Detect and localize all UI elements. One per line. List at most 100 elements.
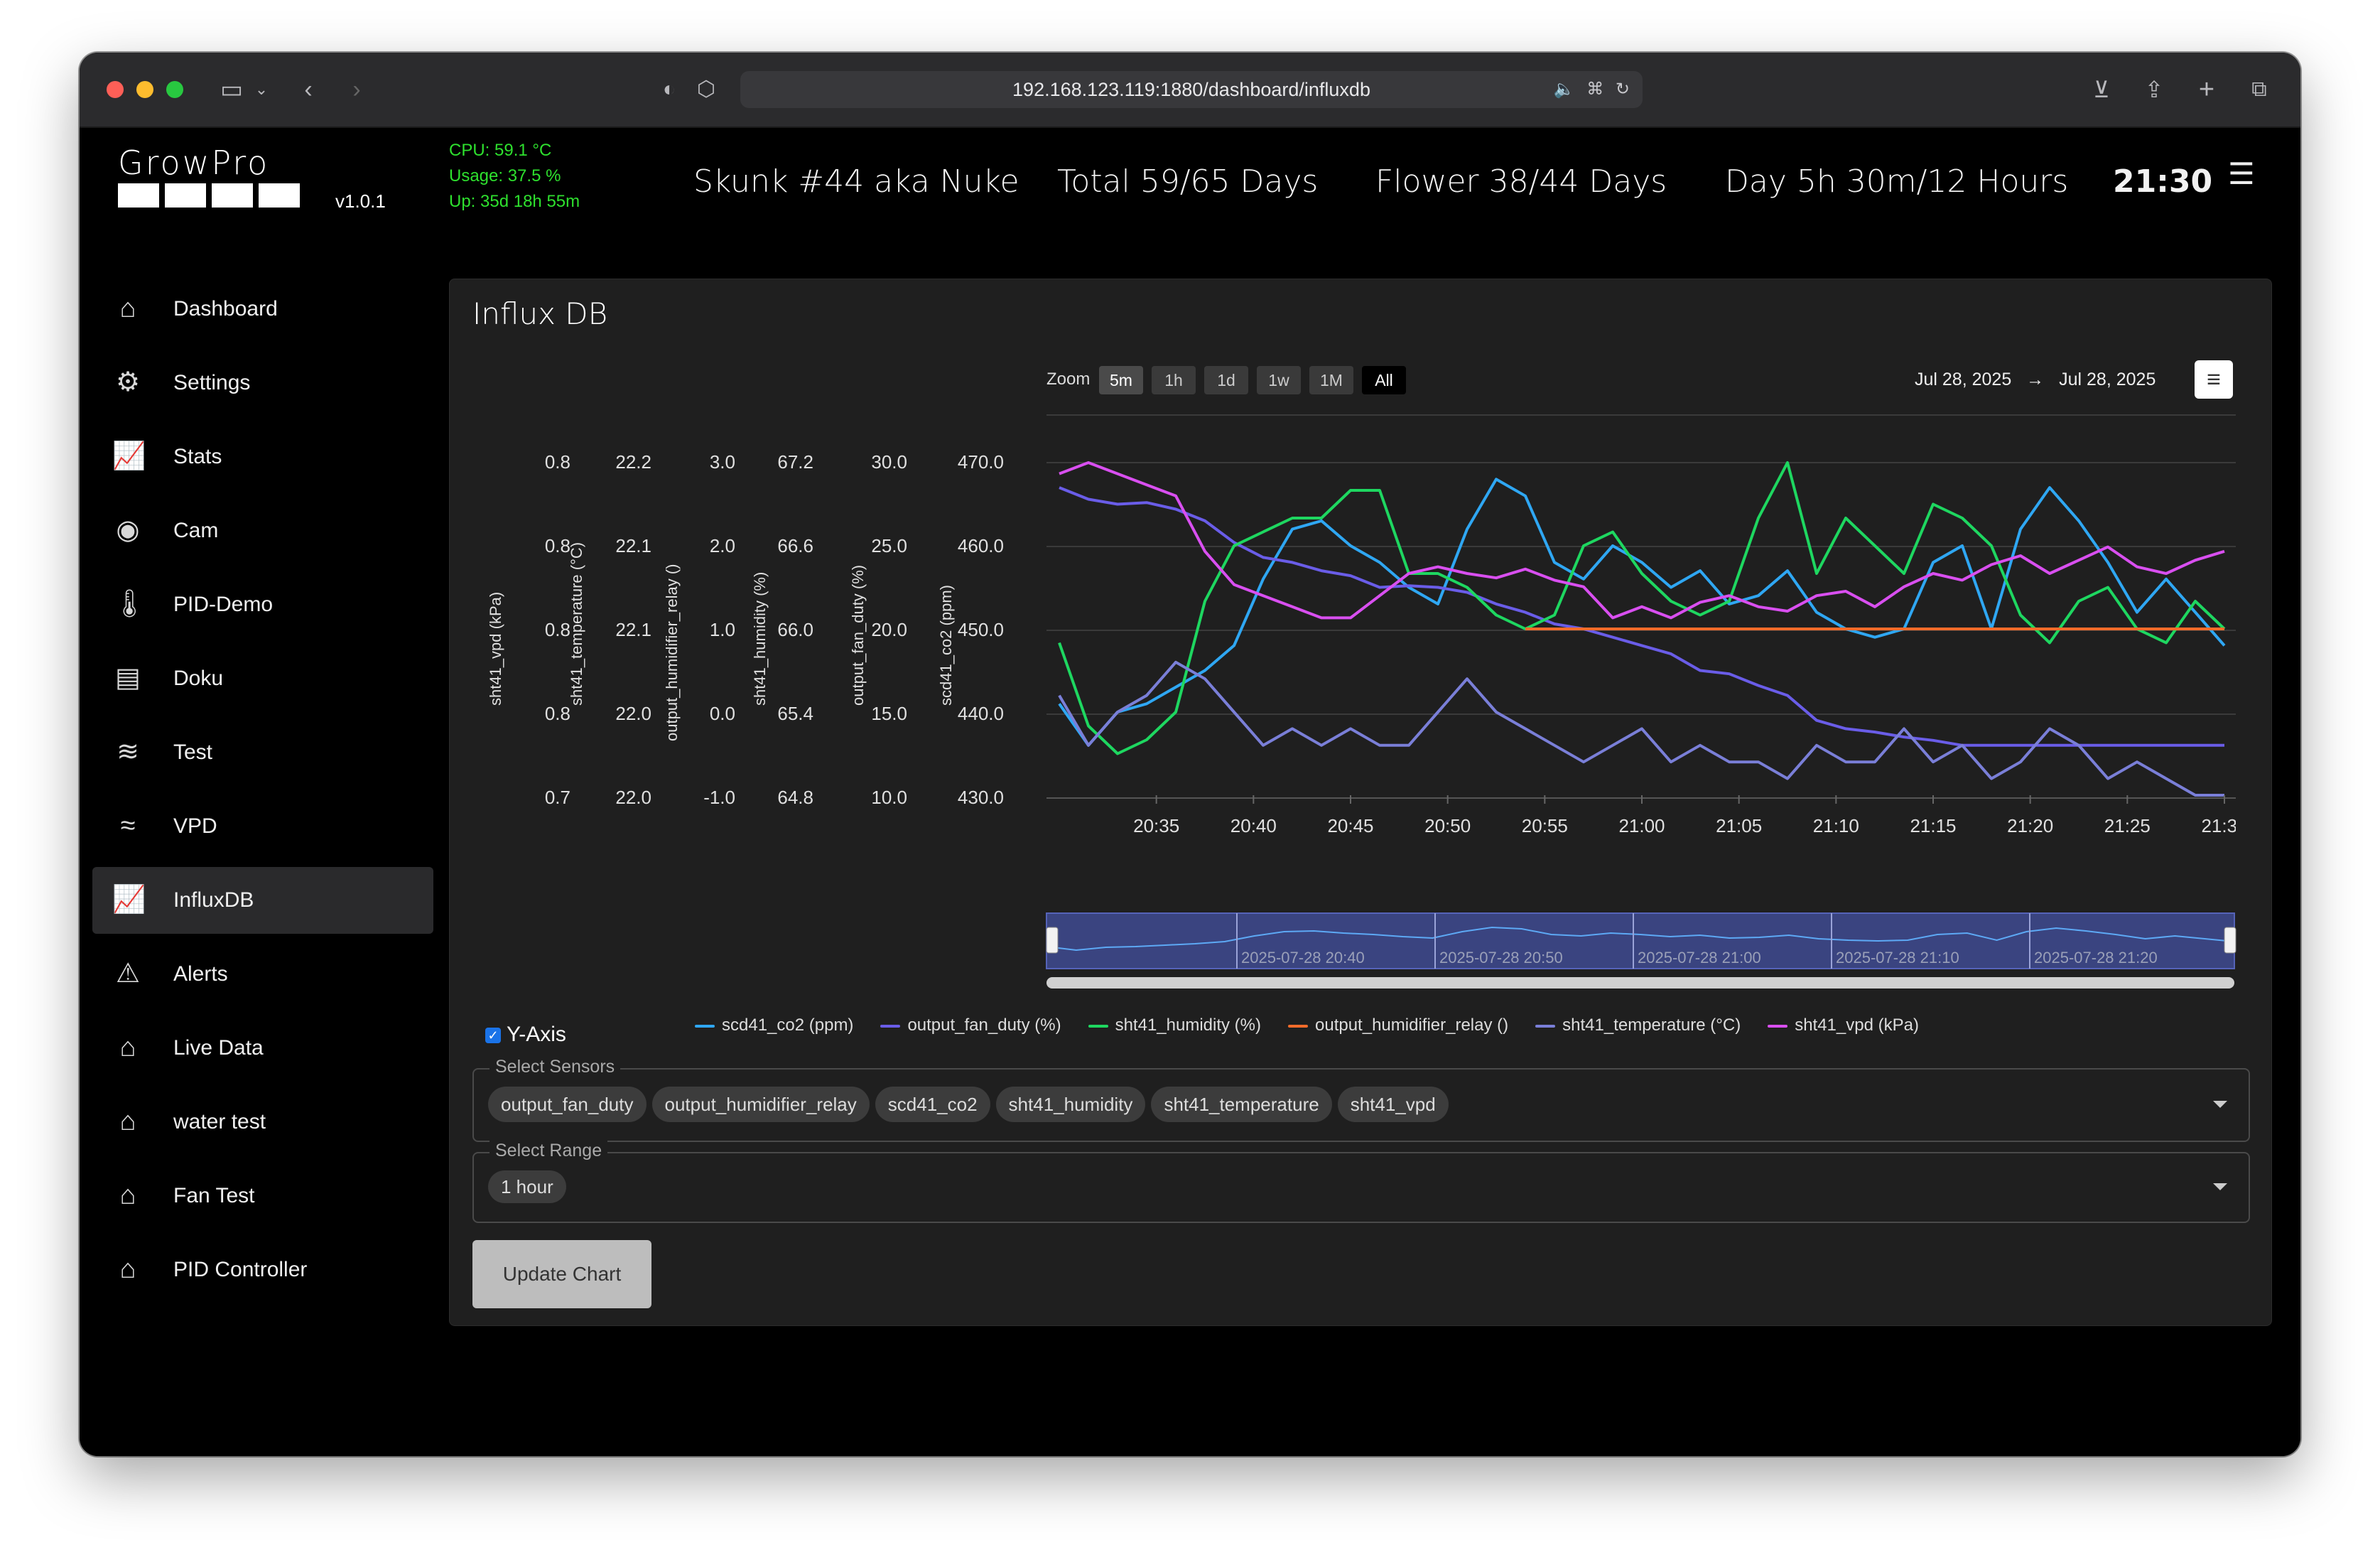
x-tick-label: 20:40: [1230, 815, 1277, 836]
chart-plot[interactable]: 20:35 20:40 20:45 20:50 20:55 21:00 21:05 21:10…: [1046, 450, 2236, 848]
y-tick-label: 2.0: [709, 535, 735, 556]
shield-icon[interactable]: ◐: [654, 74, 685, 105]
sensor-chip[interactable]: output_fan_duty: [488, 1087, 647, 1122]
navigator-label: 2025-07-28 21:20: [2034, 949, 2158, 966]
legend-label: sht41_temperature (°C): [1562, 1016, 1741, 1035]
sidebar-item-label: Fan Test: [173, 1184, 255, 1207]
reload-icon[interactable]: ↻: [1616, 80, 1630, 99]
strain-name: Skunk #44 aka Nuke: [693, 163, 1019, 200]
share-icon[interactable]: ⇪: [2138, 74, 2170, 105]
sidebar-item-settings[interactable]: ⚙ Settings: [92, 350, 433, 416]
chevron-down-icon[interactable]: [2213, 1183, 2227, 1190]
sensor-chip[interactable]: sht41_vpd: [1337, 1087, 1449, 1122]
sidebar-item-stats[interactable]: 📈 Stats: [92, 424, 433, 490]
update-chart-button[interactable]: Update Chart: [472, 1240, 651, 1308]
yaxis-checkbox[interactable]: ✓: [485, 1028, 501, 1044]
sensor-chip[interactable]: scd41_co2: [875, 1087, 990, 1122]
forward-icon[interactable]: ›: [341, 74, 372, 105]
y-tick-label: 0.8: [544, 451, 570, 473]
zoom-all-button[interactable]: All: [1362, 366, 1406, 394]
new-tab-icon[interactable]: +: [2191, 74, 2222, 105]
sidebar-toggle-icon[interactable]: ▭: [216, 74, 247, 105]
sidebar-item-influxdb[interactable]: 📈 InfluxDB: [92, 867, 433, 934]
back-icon[interactable]: ‹: [293, 74, 324, 105]
gear-icon: ⚙: [115, 367, 141, 397]
legend-item[interactable]: sht41_vpd (kPa): [1768, 1011, 1919, 1040]
range-chip[interactable]: 1 hour: [488, 1170, 566, 1203]
sidebar-item-label: water test: [173, 1110, 266, 1133]
x-tick-label: 21:30: [2201, 815, 2236, 836]
legend-item[interactable]: output_fan_duty (%): [880, 1011, 1061, 1040]
zoom-1M-button[interactable]: 1M: [1309, 366, 1353, 394]
chevron-down-icon[interactable]: ⌄: [246, 74, 277, 105]
legend-label: output_humidifier_relay (): [1315, 1016, 1509, 1035]
sensor-chips: output_fan_duty output_humidifier_relay sc…: [488, 1087, 1454, 1122]
date-from[interactable]: Jul 28, 2025: [1915, 370, 2011, 389]
zoom-1w-button[interactable]: 1w: [1257, 366, 1301, 394]
sensor-chip[interactable]: sht41_humidity: [995, 1087, 1146, 1122]
app-version: v1.0.1: [335, 190, 386, 212]
sidebar-item-vpd[interactable]: ≈ VPD: [92, 793, 433, 860]
sidebar-item-live-data[interactable]: ⌂ Live Data: [92, 1015, 433, 1082]
navigator-label: 2025-07-28 21:00: [1638, 949, 1761, 966]
zoom-1h-button[interactable]: 1h: [1152, 366, 1196, 394]
y-tick-label: 25.0: [871, 535, 907, 556]
yaxis-label: Y-Axis: [507, 1023, 566, 1046]
sidebar-item-alerts[interactable]: ⚠ Alerts: [92, 941, 433, 1008]
chart-icon: 📈: [112, 441, 146, 471]
cube-icon[interactable]: ⬡: [691, 74, 722, 105]
y-tick-label: 22.2: [615, 451, 651, 473]
sidebar-item-test[interactable]: ≋ Test: [92, 719, 433, 786]
legend-item[interactable]: sht41_humidity (%): [1088, 1011, 1261, 1040]
y-tick-label: 10.0: [871, 787, 907, 808]
sidebar-item-cam[interactable]: ◉ Cam: [92, 497, 433, 564]
sensor-chip[interactable]: output_humidifier_relay: [651, 1087, 870, 1122]
minimize-window-button[interactable]: [136, 81, 153, 98]
x-tick-label: 21:15: [1910, 815, 1956, 836]
sidebar-item-label: Live Data: [173, 1036, 264, 1060]
sidebar-item-water-test[interactable]: ⌂ water test: [92, 1089, 433, 1156]
sensor-chip[interactable]: sht41_temperature: [1151, 1087, 1332, 1122]
zoom-5m-button[interactable]: 5m: [1099, 366, 1143, 394]
y-axis-title: sht41_vpd (kPa): [487, 591, 504, 706]
series-line-1: [1059, 486, 2224, 747]
legend-item[interactable]: sht41_temperature (°C): [1535, 1011, 1741, 1040]
address-bar[interactable]: 192.168.123.119:1880/dashboard/influxdb …: [740, 71, 1643, 108]
navigator-label: 2025-07-28 20:40: [1241, 949, 1365, 966]
select-range[interactable]: Select Range 1 hour: [472, 1141, 2250, 1223]
zoom-1d-button[interactable]: 1d: [1204, 366, 1248, 394]
thermometer-icon: 🌡: [112, 589, 147, 619]
chart-menu-icon[interactable]: ≡: [2195, 360, 2233, 399]
legend-item[interactable]: scd41_co2 (ppm): [695, 1011, 853, 1040]
legend-item[interactable]: output_humidifier_relay (): [1288, 1011, 1508, 1040]
yaxis-toggle[interactable]: ✓ Y-Axis: [485, 1023, 566, 1047]
close-window-button[interactable]: [107, 81, 124, 98]
sidebar-item-pid-controller[interactable]: ⌂ PID Controller: [92, 1237, 433, 1303]
tabs-overview-icon[interactable]: ⧉: [2244, 74, 2275, 105]
y-tick-label: 22.0: [615, 787, 651, 808]
legend-label: output_fan_duty (%): [907, 1016, 1061, 1035]
sidebar-item-dashboard[interactable]: ⌂ Dashboard: [92, 276, 433, 343]
hamburger-menu-icon[interactable]: ☰: [2228, 156, 2255, 191]
chevron-down-icon[interactable]: [2213, 1101, 2227, 1108]
speaker-icon[interactable]: 🔈: [1554, 80, 1575, 99]
select-sensors[interactable]: Select Sensors output_fan_duty output_hum…: [472, 1057, 2250, 1142]
sidebar-item-pid-demo[interactable]: 🌡 PID-Demo: [92, 571, 433, 638]
y-tick-label: 0.8: [544, 535, 570, 556]
sidebar-item-label: Test: [173, 740, 213, 764]
date-to[interactable]: Jul 28, 2025: [2059, 370, 2155, 389]
sidebar-item-label: Settings: [173, 371, 251, 394]
y-tick-label: 22.0: [615, 703, 651, 724]
series-line-4: [1058, 660, 2224, 797]
zoom-window-button[interactable]: [166, 81, 183, 98]
y-tick-label: 67.2: [777, 451, 813, 473]
download-icon[interactable]: ⊻: [2086, 74, 2117, 105]
sidebar-item-fan-test[interactable]: ⌂ Fan Test: [92, 1163, 433, 1229]
y-tick-label: 460.0: [957, 535, 1004, 556]
translate-icon[interactable]: ⌘: [1586, 80, 1603, 99]
x-tick-label: 21:25: [2104, 815, 2151, 836]
sidebar-item-doku[interactable]: ▤ Doku: [92, 645, 433, 712]
chart-navigator[interactable]: 2025-07-28 20:40 2025-07-28 20:50 2025-07-…: [1045, 912, 2239, 990]
logo-blocks: [118, 183, 305, 211]
legend-swatch: [1288, 1024, 1308, 1028]
